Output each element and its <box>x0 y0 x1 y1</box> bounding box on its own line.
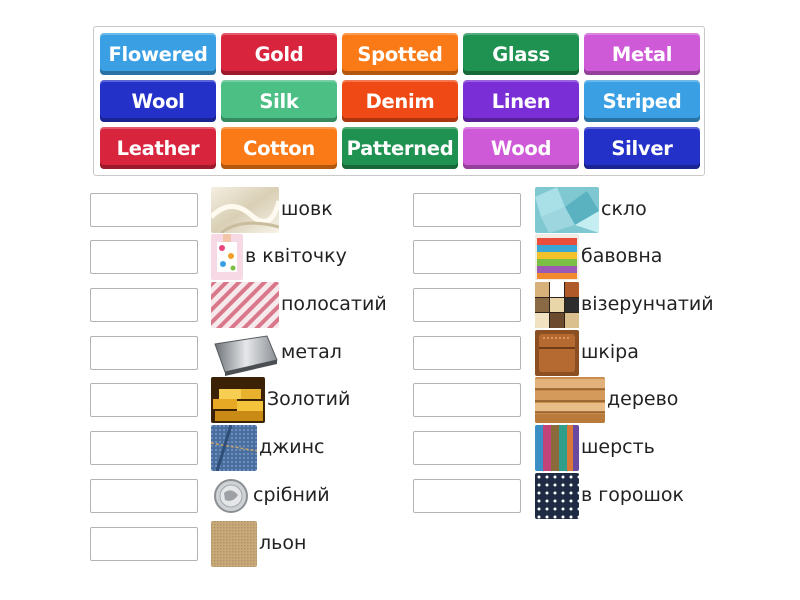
silver-image <box>211 473 251 519</box>
cotton-image <box>535 234 579 280</box>
drop-box-left-1[interactable] <box>90 193 198 227</box>
word-bank: Flowered Gold Spotted Glass Metal Wool Silk Den… <box>93 26 705 176</box>
match-label: Золотий <box>267 388 351 410</box>
flowered-image <box>211 234 243 280</box>
leather-image <box>535 330 579 376</box>
drop-box-right-7[interactable] <box>413 479 521 513</box>
drop-box-left-5[interactable] <box>90 383 198 417</box>
tile-wood[interactable]: Wood <box>463 127 579 169</box>
drop-box-left-2[interactable] <box>90 240 198 274</box>
match-label: в горошок <box>581 484 685 506</box>
drop-box-right-6[interactable] <box>413 431 521 465</box>
striped-image <box>211 282 279 328</box>
glass-image <box>535 187 599 233</box>
wool-image <box>535 425 579 471</box>
linen-image <box>211 521 257 567</box>
match-label: полосатий <box>281 293 387 315</box>
tile-linen[interactable]: Linen <box>463 80 579 122</box>
tile-glass[interactable]: Glass <box>463 33 579 75</box>
match-label: джинс <box>259 436 325 458</box>
drop-box-left-3[interactable] <box>90 288 198 322</box>
tile-denim[interactable]: Denim <box>342 80 458 122</box>
tile-wool[interactable]: Wool <box>100 80 216 122</box>
tile-metal[interactable]: Metal <box>584 33 700 75</box>
patterned-image <box>535 282 579 328</box>
match-label: дерево <box>607 388 679 410</box>
tile-spotted[interactable]: Spotted <box>342 33 458 75</box>
gold-image <box>211 377 265 423</box>
spotted-image <box>535 473 579 519</box>
wood-image <box>535 377 605 423</box>
match-label: шерсть <box>581 436 655 458</box>
drop-box-right-1[interactable] <box>413 193 521 227</box>
drop-box-left-7[interactable] <box>90 479 198 513</box>
silk-image <box>211 187 279 233</box>
drop-box-right-5[interactable] <box>413 383 521 417</box>
match-label: метал <box>281 341 342 363</box>
tile-patterned[interactable]: Patterned <box>342 127 458 169</box>
tile-cotton[interactable]: Cotton <box>221 127 337 169</box>
drop-box-right-2[interactable] <box>413 240 521 274</box>
tile-striped[interactable]: Striped <box>584 80 700 122</box>
tile-silver[interactable]: Silver <box>584 127 700 169</box>
match-label: льон <box>259 532 307 554</box>
match-label: в квіточку <box>245 245 347 267</box>
tile-leather[interactable]: Leather <box>100 127 216 169</box>
match-label: шовк <box>281 198 333 220</box>
match-label: шкіра <box>581 341 639 363</box>
drop-box-right-4[interactable] <box>413 336 521 370</box>
drop-box-left-4[interactable] <box>90 336 198 370</box>
drop-box-left-8[interactable] <box>90 527 198 561</box>
match-label: срібний <box>253 484 330 506</box>
tile-gold[interactable]: Gold <box>221 33 337 75</box>
match-label: скло <box>601 198 647 220</box>
denim-image <box>211 425 257 471</box>
tile-silk[interactable]: Silk <box>221 80 337 122</box>
drop-box-right-3[interactable] <box>413 288 521 322</box>
match-label: візерунчатий <box>581 293 714 315</box>
tile-flowered[interactable]: Flowered <box>100 33 216 75</box>
metal-image <box>211 330 279 376</box>
drop-box-left-6[interactable] <box>90 431 198 465</box>
match-label: бавовна <box>581 245 663 267</box>
